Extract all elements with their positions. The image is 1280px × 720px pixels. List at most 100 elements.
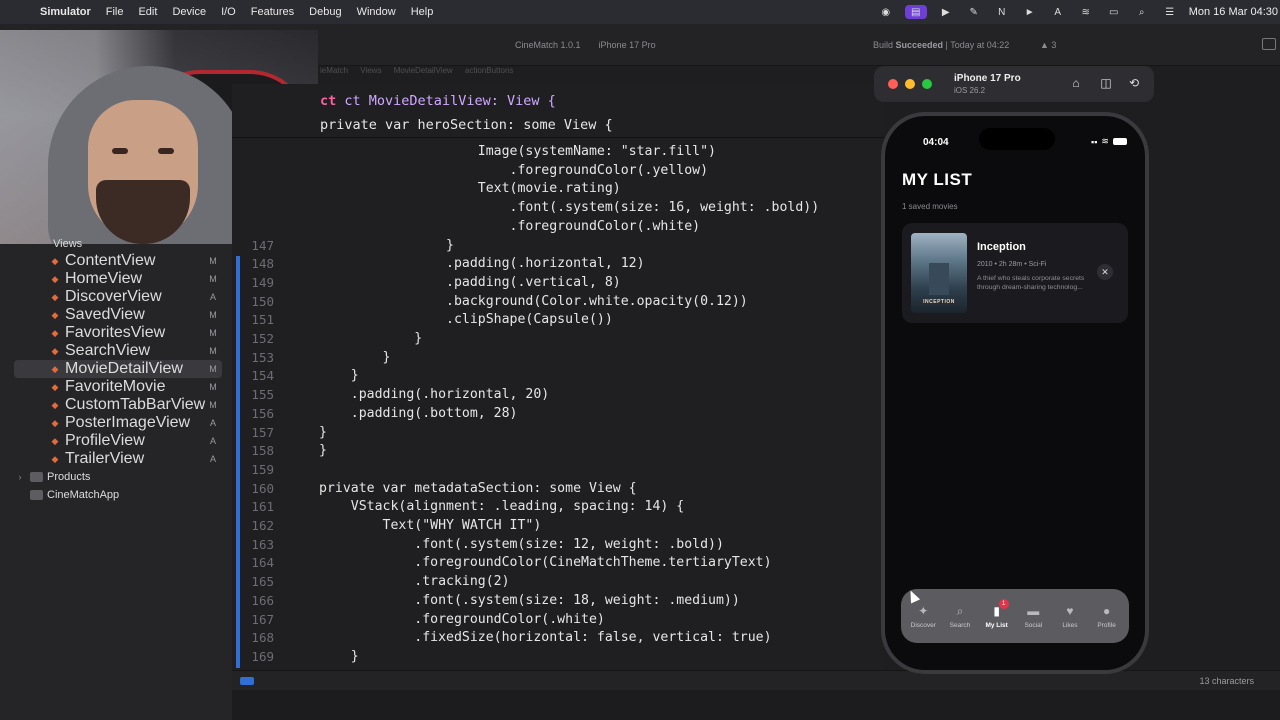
nav-item-favoritemovie[interactable]: ◆ FavoriteMovie M [14,378,222,396]
code-line[interactable]: 152 } [232,329,884,348]
control-center-icon[interactable]: ☰ [1161,5,1179,19]
swift-file-icon: ◆ [51,417,59,428]
nav-item-posterimageview[interactable]: ◆ PosterImageView A [14,414,222,432]
nav-item-customtabbarview[interactable]: ◆ CustomTabBarView M [14,396,222,414]
code-line[interactable]: 164 .foregroundColor(CineMatchTheme.tert… [232,553,884,572]
code-line[interactable]: 154 } [232,366,884,385]
jump-bar-file[interactable]: MovieDetailView [394,66,453,75]
code-line[interactable]: .foregroundColor(.yellow) [232,161,884,180]
nav-item-savedview[interactable]: ◆ SavedView M [14,306,222,324]
nav-item-discoverview[interactable]: ◆ DiscoverView A [14,288,222,306]
code-line[interactable]: 147 } [232,236,884,255]
video-camera-icon[interactable]: ▶ [937,5,955,19]
nav-item-cinematchapp[interactable]: CineMatchApp [30,486,119,504]
code-line[interactable]: 159 [232,460,884,479]
code-line[interactable]: 169 } [232,647,884,666]
line-number: 155 [251,387,274,403]
close-window-icon[interactable] [888,79,898,89]
menu-io[interactable]: I/O [221,6,236,18]
code-text: Text(movie.rating) [319,181,621,197]
code-line[interactable]: 168 .fixedSize(horizontal: false, vertic… [232,628,884,647]
jump-bar-project[interactable]: ieMatch [320,66,348,75]
code-line[interactable]: 160 private var metadataSection: some Vie… [232,479,884,498]
code-text: .padding(.vertical, 8) [319,274,621,290]
saved-movie-card[interactable]: INCEPTION Inception 2010 • 2h 28m • Sci-… [902,223,1128,323]
code-line[interactable]: 149 .padding(.vertical, 8) [232,273,884,292]
rotate-icon[interactable]: ⟲ [1126,76,1142,92]
menu-device[interactable]: Device [172,6,206,18]
code-line[interactable]: 162 Text("WHY WATCH IT") [232,516,884,535]
debug-area-toggle-icon[interactable] [240,677,254,685]
jump-bar-folder[interactable]: Views [360,66,381,75]
menu-features[interactable]: Features [251,6,294,18]
menu-file[interactable]: File [106,6,124,18]
code-line[interactable]: 150 .background(Color.white.opacity(0.12… [232,292,884,311]
minimize-window-icon[interactable] [905,79,915,89]
code-line[interactable]: 157} [232,423,884,442]
nav-item-moviedetailview[interactable]: ◆ MovieDetailView M [14,360,222,378]
scheme-device[interactable]: iPhone 17 Pro [599,40,656,50]
code-text: } [319,443,327,459]
tab-profile[interactable]: ● Profile [1089,604,1125,629]
code-line[interactable]: 163 .font(.system(size: 12, weight: .bol… [232,535,884,554]
screen-record-icon[interactable]: ◉ [877,5,895,19]
search-icon[interactable]: ⌕ [1133,5,1151,19]
menu-app-name[interactable]: Simulator [40,6,91,18]
nav-item-searchview[interactable]: ◆ SearchView M [14,342,222,360]
code-text: .foregroundColor(.white) [319,218,701,234]
tab-discover[interactable]: ✦ Discover [905,604,941,629]
code-line[interactable]: 156 .padding(.bottom, 28) [232,404,884,423]
scheme-selector[interactable]: CineMatch 1.0.1 iPhone 17 Pro [515,40,656,50]
home-icon[interactable]: ⌂ [1068,76,1084,92]
code-line[interactable]: Image(systemName: "star.fill") [232,142,884,161]
code-line[interactable]: .foregroundColor(.white) [232,217,884,236]
tab-search[interactable]: ⌕ Search [942,604,978,629]
pen-icon[interactable]: ✎ [965,5,983,19]
nav-item-contentview[interactable]: ◆ ContentView M [14,252,222,270]
menu-window[interactable]: Window [357,6,396,18]
play-circle-icon[interactable]: ► [1021,5,1039,19]
nav-item-profileview[interactable]: ◆ ProfileView A [14,432,222,450]
screenshot-icon[interactable]: ◫ [1098,76,1114,92]
code-line[interactable]: 151 .clipShape(Capsule()) [232,310,884,329]
code-line[interactable]: 167 .foregroundColor(.white) [232,610,884,629]
battery-icon[interactable]: ▭ [1105,5,1123,19]
tab-likes[interactable]: ♥ Likes [1052,604,1088,629]
inspector-toggle-icon[interactable] [1262,38,1276,50]
nav-item-favoritesview[interactable]: ◆ FavoritesView M [14,324,222,342]
code-line[interactable]: 153 } [232,348,884,367]
disclosure-chevron-icon[interactable]: › [14,472,26,482]
nav-group-views[interactable]: Views [53,238,82,250]
zoom-window-icon[interactable] [922,79,932,89]
remove-button[interactable]: ✕ [1097,264,1113,280]
warning-count[interactable]: ▲ 3 [1040,40,1056,50]
code-editor[interactable]: Image(systemName: "star.fill") .foregrou… [232,84,884,670]
keyboard-input-icon[interactable]: A [1049,5,1067,19]
code-line[interactable]: 161 VStack(alignment: .leading, spacing:… [232,497,884,516]
nav-item-homeview[interactable]: ◆ HomeView M [14,270,222,288]
jump-bar-symbol[interactable]: actionButtons [465,66,513,75]
menu-edit[interactable]: Edit [138,6,157,18]
menu-debug[interactable]: Debug [309,6,341,18]
code-line[interactable]: 148 .padding(.horizontal, 12) [232,254,884,273]
sticky-header: ct ct MovieDetailView: View { private va… [232,90,884,138]
code-text: Text("WHY WATCH IT") [319,518,542,533]
code-line[interactable]: Text(movie.rating) [232,179,884,198]
wifi-icon[interactable]: ≋ [1077,5,1095,19]
tab-my-list[interactable]: ▮ My List 1 [979,598,1015,629]
stage-manager-icon[interactable]: ▤ [904,5,927,19]
code-line[interactable]: 165 .tracking(2) [232,572,884,591]
code-text: .tracking(2) [319,574,510,590]
code-line[interactable]: 155 .padding(.horizontal, 20) [232,385,884,404]
code-line[interactable]: .font(.system(size: 16, weight: .bold)) [232,198,884,217]
code-line[interactable]: 166 .font(.system(size: 18, weight: .med… [232,591,884,610]
nav-item-trailerview[interactable]: ◆ TrailerView A [14,450,222,468]
person-eye [158,148,174,154]
menu-help[interactable]: Help [411,6,434,18]
tab-social[interactable]: ▬ Social [1015,604,1051,629]
menu-clock[interactable]: Mon 16 Mar 04:30 [1189,6,1278,18]
code-line[interactable]: 158} [232,441,884,460]
nav-group-products[interactable]: › Products [14,468,91,486]
n-app-icon[interactable]: N [993,5,1011,19]
scheme-project[interactable]: CineMatch 1.0.1 [515,40,581,50]
